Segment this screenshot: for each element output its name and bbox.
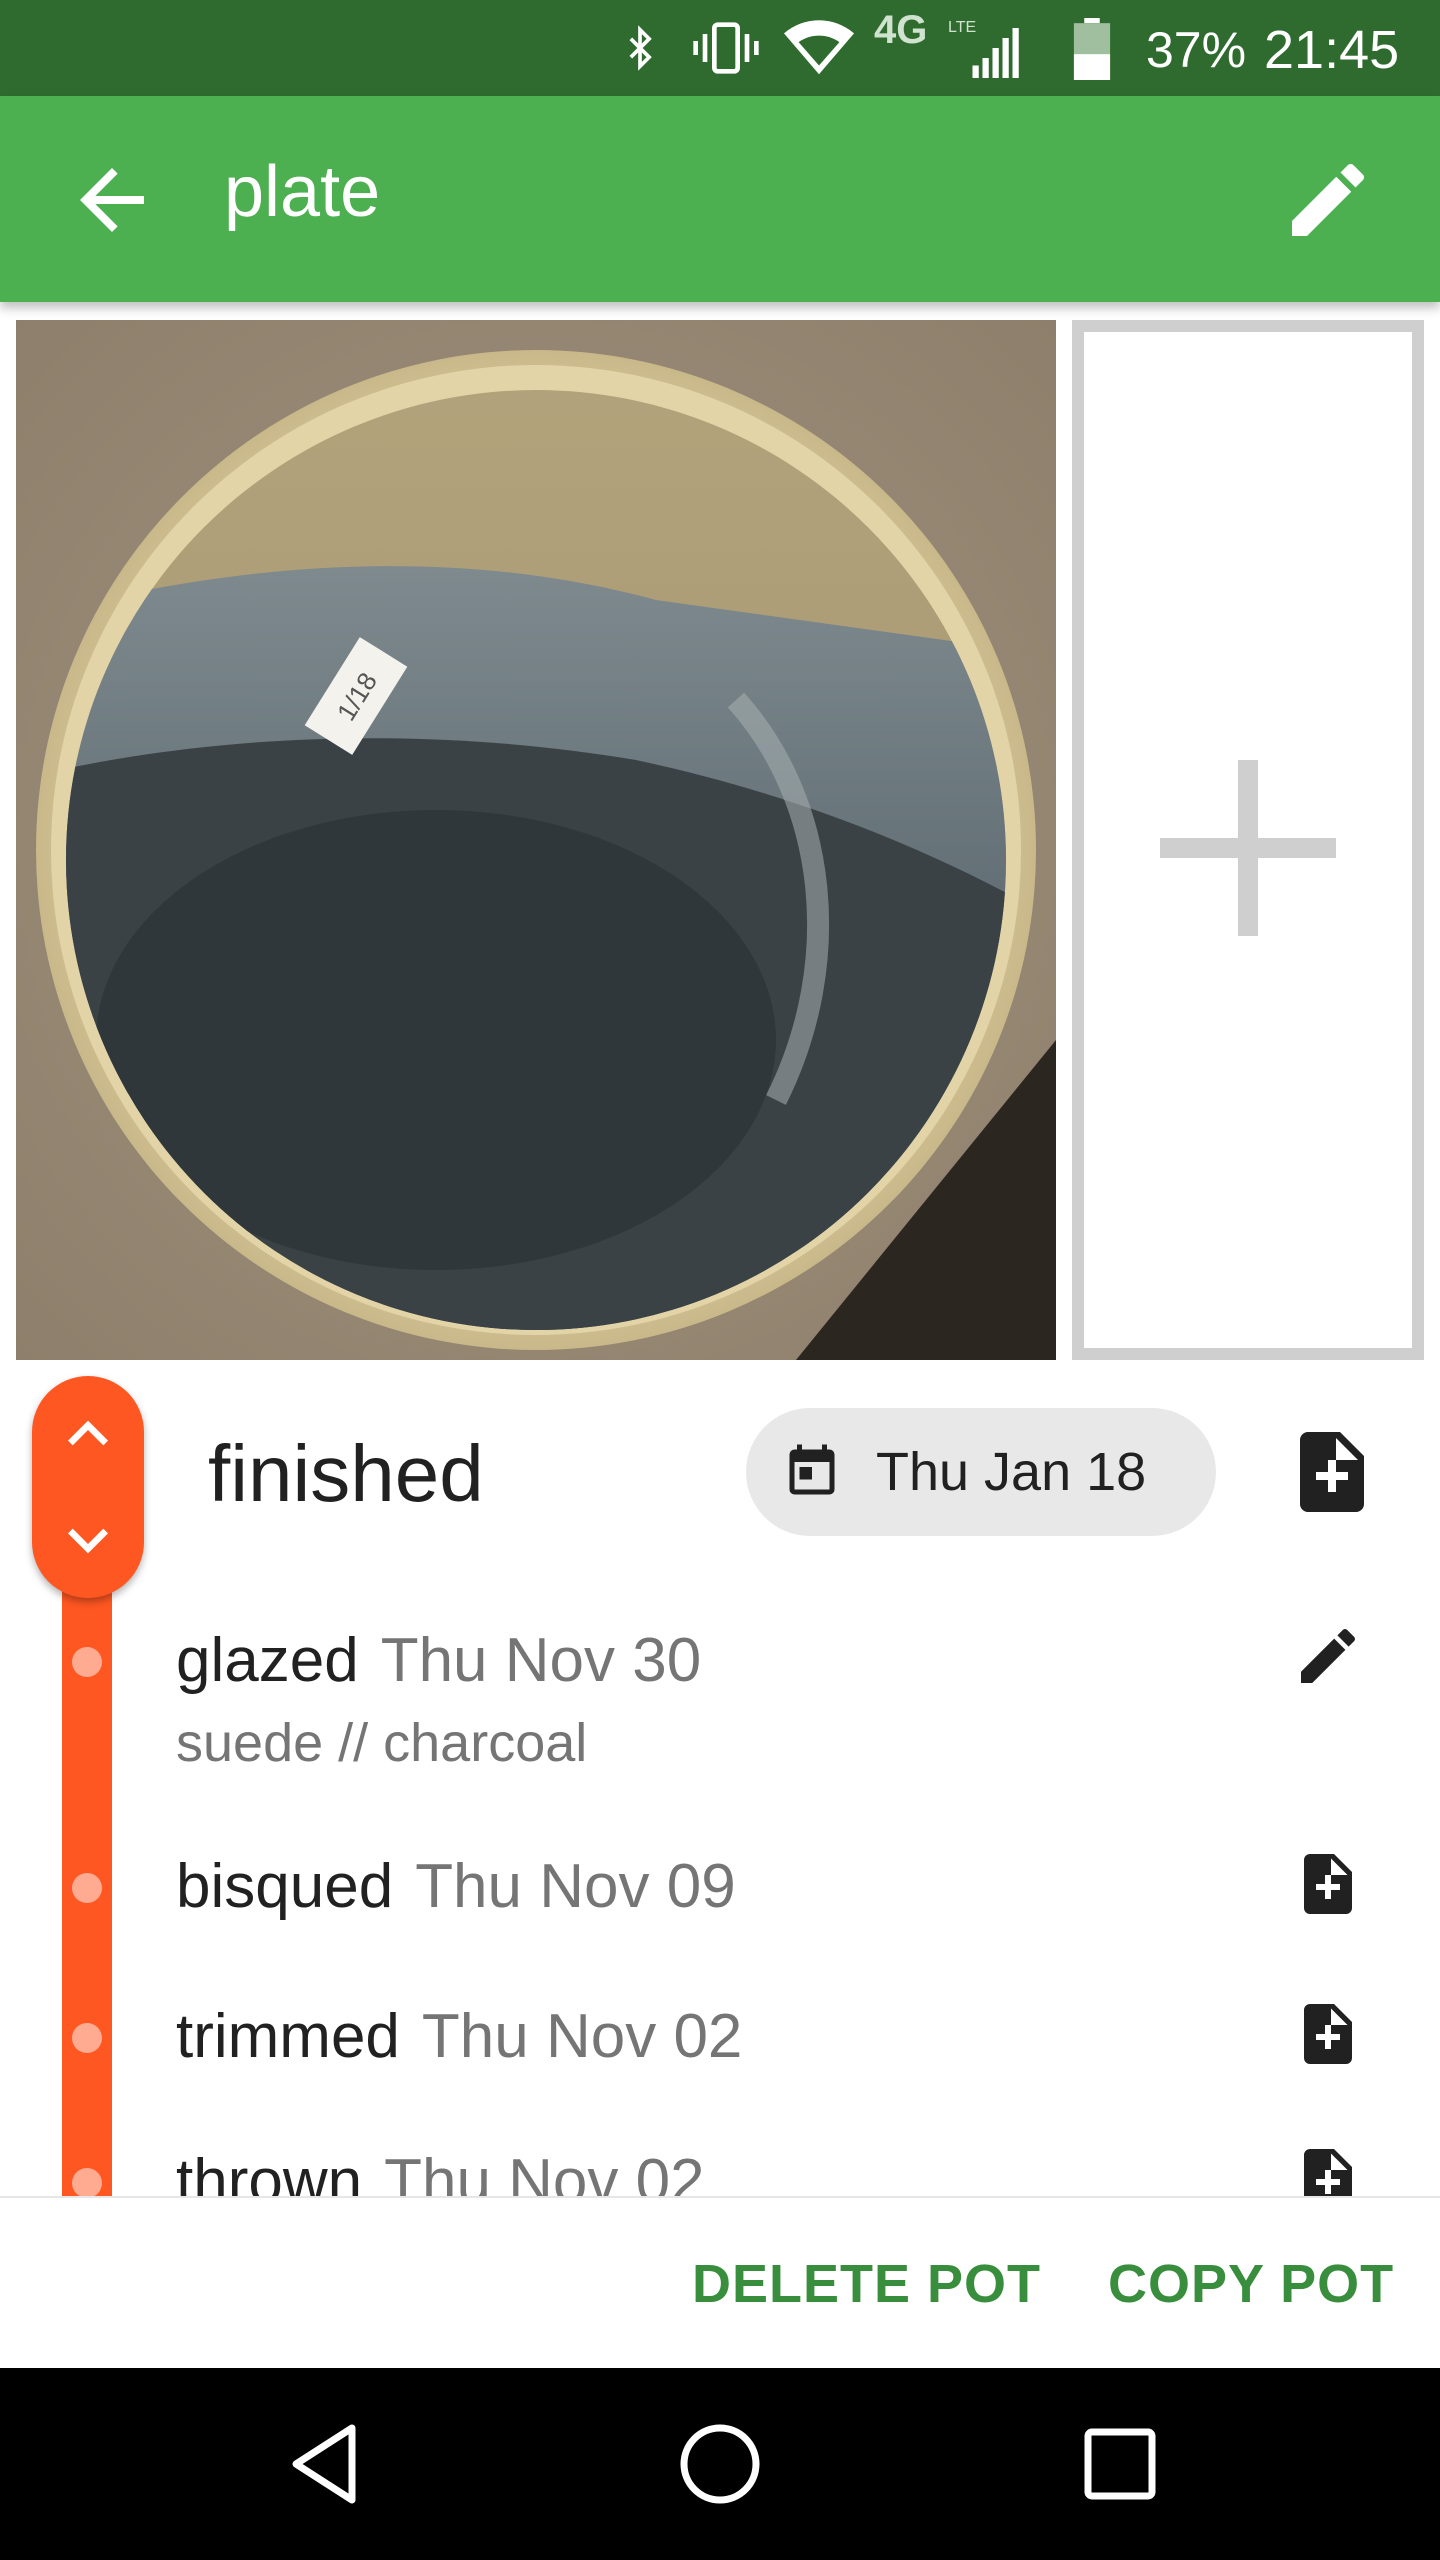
timeline-dot [72,2023,102,2053]
page-title: plate [224,152,381,232]
plate-image: 1/18 [16,320,1056,1360]
timeline-dot [72,2168,102,2198]
stage-up-button[interactable] [48,1394,128,1474]
vibrate-icon [693,22,759,74]
stage-down-button[interactable] [48,1500,128,1580]
history-note-glazed: suede // charcoal [176,1713,588,1773]
note-add-icon [1304,2004,1352,2064]
stage-stepper [32,1376,144,1598]
timeline-dot [72,1873,102,1903]
pencil-icon [1301,1628,1356,1683]
edit-pot-button[interactable] [1280,152,1376,248]
signal-icon [972,28,1019,78]
navigation-bar [0,2368,1440,2560]
note-add-icon [1304,1854,1352,1914]
arrow-left-icon [80,168,144,232]
note-add-icon [1300,1432,1364,1512]
bluetooth-icon [629,25,652,71]
delete-pot-button[interactable]: DELETE POT [692,2198,1041,2370]
back-triangle-icon [292,2424,356,2504]
pencil-icon [1292,163,1365,236]
battery-icon [1073,18,1111,80]
recents-square-icon [1084,2428,1156,2500]
history-stage-trimmed: trimmed Thu Nov 02 [176,2002,743,2071]
current-stage-name: finished [208,1429,484,1518]
back-button[interactable] [64,152,160,248]
calendar-icon [789,1444,835,1495]
battery-percent: 37% [1146,22,1247,78]
nav-home-button[interactable] [664,2408,776,2520]
status-bar: 4G LTE 37% 21:45 [0,0,1440,96]
clock: 21:45 [1264,20,1400,80]
stage-date-chip[interactable]: Thu Jan 18 [746,1408,1216,1536]
add-photo-button[interactable] [1072,320,1424,1360]
chevron-up-icon [68,1420,108,1446]
nav-back-button[interactable] [272,2408,384,2520]
add-note-button[interactable] [1292,1998,1364,2070]
copy-pot-button[interactable]: COPY POT [1108,2198,1394,2370]
history-stage-bisqued: bisqued Thu Nov 09 [176,1852,736,1921]
nav-recents-button[interactable] [1064,2408,1176,2520]
network-type: 4G [874,8,928,52]
plus-icon [1160,760,1336,936]
history-stage-glazed: glazed Thu Nov 30 [176,1626,702,1695]
edit-note-button[interactable] [1292,1620,1364,1692]
add-note-button[interactable] [1292,1848,1364,1920]
home-circle-icon [680,2424,760,2504]
pot-photo[interactable]: 1/18 [16,320,1056,1360]
action-bar: DELETE POT COPY POT [0,2196,1440,2370]
add-note-button[interactable] [1284,1424,1380,1520]
wifi-icon [784,20,854,75]
stage-date-text: Thu Jan 18 [876,1442,1147,1502]
app-bar: plate [0,96,1440,302]
timeline-dot [72,1647,102,1677]
chevron-down-icon [68,1528,108,1554]
